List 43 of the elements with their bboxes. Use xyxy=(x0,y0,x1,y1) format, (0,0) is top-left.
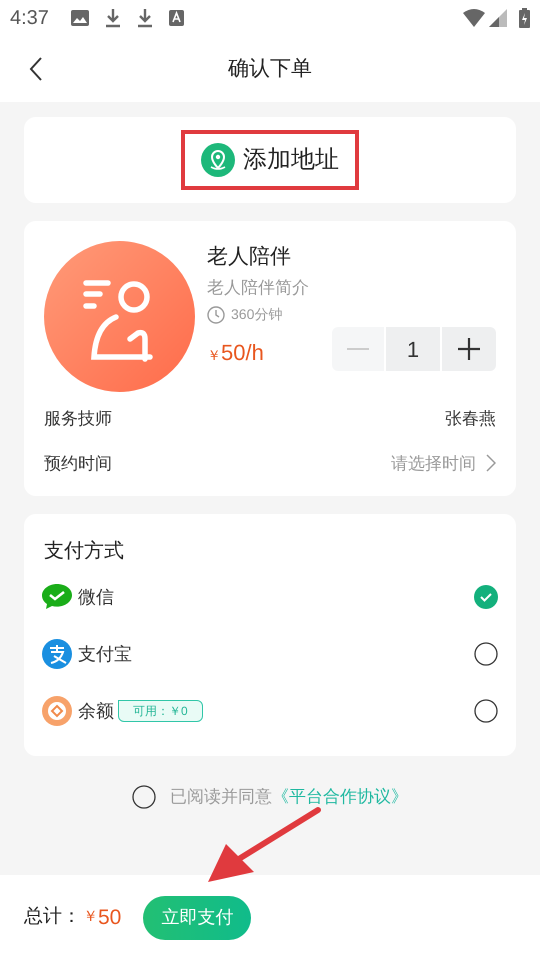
back-icon xyxy=(29,57,43,81)
minus-icon xyxy=(347,348,369,350)
currency-symbol: ￥ xyxy=(83,907,98,928)
radio-selected[interactable] xyxy=(474,585,498,609)
service-price: 50/h xyxy=(221,339,264,367)
service-intro: 老人陪伴简介 xyxy=(207,276,310,298)
service-icon xyxy=(44,241,195,392)
service-name: 老人陪伴 xyxy=(207,244,292,270)
chevron-icon xyxy=(486,454,496,472)
radio-button[interactable] xyxy=(474,642,498,666)
clock-icon xyxy=(207,306,225,324)
service-duration: 360分钟 xyxy=(231,305,282,324)
wallet-coin-icon xyxy=(42,696,72,726)
detail-label: 预约时间 xyxy=(44,452,112,474)
download-icon xyxy=(104,8,121,28)
total-amount: 50 xyxy=(98,904,122,931)
total-label: 总计： xyxy=(24,905,81,930)
currency-symbol: ￥ xyxy=(207,346,221,365)
status-time: 4:37 xyxy=(10,6,49,31)
payment-option[interactable]: 支付宝 xyxy=(42,639,498,669)
agreement-text: 已阅读并同意《平台合作协议》 xyxy=(170,786,408,808)
section-title: 支付方式 xyxy=(44,539,125,564)
font-icon xyxy=(168,10,184,26)
signal-icon xyxy=(489,9,507,27)
plus-icon xyxy=(458,338,480,360)
download-icon xyxy=(136,8,153,28)
radio-button[interactable] xyxy=(474,699,498,723)
page-title: 确认下单 xyxy=(228,56,312,82)
payment-logo-icon xyxy=(42,639,72,669)
payment-option[interactable]: 余额 可用：￥0 xyxy=(42,696,498,726)
chat-bubble-icon xyxy=(42,584,72,610)
agreement-checkbox[interactable] xyxy=(132,784,156,809)
battery-icon xyxy=(519,8,530,28)
detail-value: 张春燕 xyxy=(445,408,496,430)
wifi-icon xyxy=(463,9,485,27)
location-icon xyxy=(201,143,235,177)
image-icon xyxy=(70,10,89,26)
payment-option[interactable]: 微信 xyxy=(42,582,498,612)
add-address-button[interactable]: 添加地址 xyxy=(181,130,359,190)
quantity-field[interactable]: 1 xyxy=(386,327,440,371)
detail-label: 服务技师 xyxy=(44,408,112,430)
balance-badge: 可用：￥0 xyxy=(118,700,203,722)
increase-button[interactable] xyxy=(442,327,496,371)
